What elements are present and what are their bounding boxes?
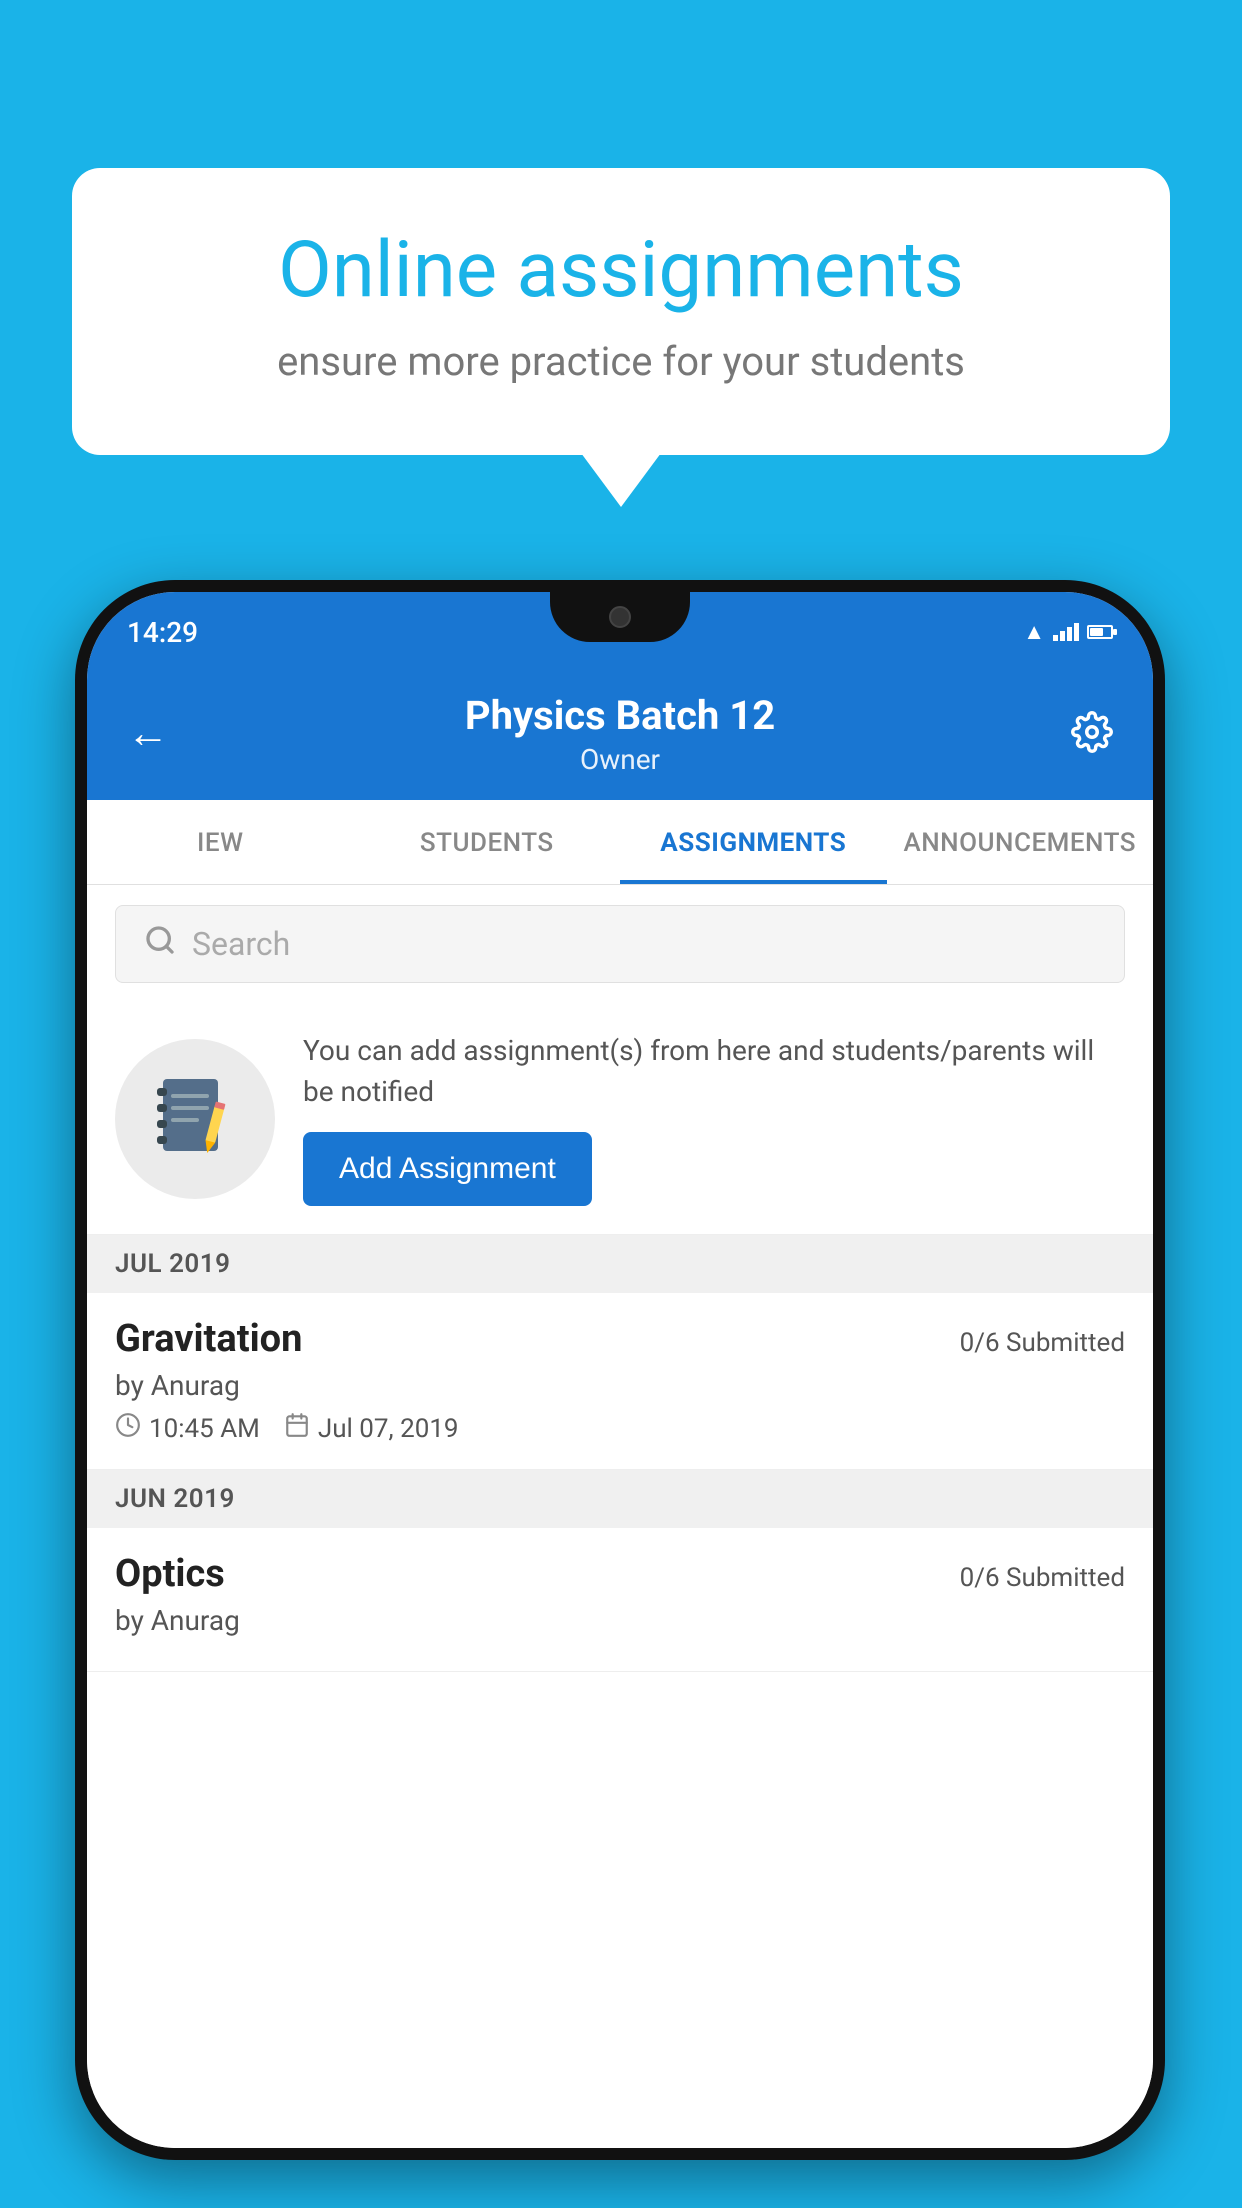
tab-bar: IEW STUDENTS ASSIGNMENTS ANNOUNCEMENTS — [87, 800, 1153, 885]
tab-assignments[interactable]: ASSIGNMENTS — [620, 800, 887, 884]
battery-icon — [1087, 625, 1113, 639]
assignment-item-optics[interactable]: Optics 0/6 Submitted by Anurag — [87, 1528, 1153, 1672]
assignment-submitted-optics: 0/6 Submitted — [960, 1563, 1125, 1593]
search-placeholder: Search — [192, 925, 290, 963]
tab-announcements[interactable]: ANNOUNCEMENTS — [887, 800, 1154, 884]
promo-description: You can add assignment(s) from here and … — [303, 1031, 1125, 1112]
batch-title: Physics Batch 12 — [169, 692, 1071, 739]
promo-section: You can add assignment(s) from here and … — [87, 1003, 1153, 1235]
promo-icon-circle — [115, 1039, 275, 1199]
back-button[interactable]: ← — [127, 713, 169, 755]
assignment-name-optics: Optics — [115, 1552, 225, 1596]
notebook-icon — [155, 1074, 235, 1164]
status-time: 14:29 — [127, 616, 198, 649]
tab-students[interactable]: STUDENTS — [354, 800, 621, 884]
phone-content: Search — [87, 885, 1153, 2148]
phone-screen: 14:29 ▲ ← — [87, 592, 1153, 2148]
app-header: ← Physics Batch 12 Owner — [87, 672, 1153, 800]
add-assignment-button[interactable]: Add Assignment — [303, 1132, 592, 1206]
signal-icon — [1053, 623, 1079, 641]
assignment-time: 10:45 AM — [115, 1412, 260, 1445]
time-value: 10:45 AM — [149, 1414, 260, 1444]
notch — [550, 592, 690, 642]
clock-icon — [115, 1412, 141, 1445]
assignment-submitted: 0/6 Submitted — [960, 1328, 1125, 1358]
assignment-top-row-optics: Optics 0/6 Submitted — [115, 1552, 1125, 1596]
section-header-jul: JUL 2019 — [87, 1235, 1153, 1293]
status-icons: ▲ — [1023, 619, 1113, 645]
assignment-by-optics: by Anurag — [115, 1604, 1125, 1637]
phone-frame: 14:29 ▲ ← — [75, 580, 1165, 2160]
assignment-meta: 10:45 AM Jul 07, 2019 — [115, 1412, 1125, 1445]
search-bar[interactable]: Search — [115, 905, 1125, 983]
assignment-item-gravitation[interactable]: Gravitation 0/6 Submitted by Anurag 10:4… — [87, 1293, 1153, 1470]
promo-text: You can add assignment(s) from here and … — [303, 1031, 1125, 1206]
camera-notch — [609, 606, 631, 628]
search-icon — [144, 924, 176, 964]
section-header-jun: JUN 2019 — [87, 1470, 1153, 1528]
header-title-block: Physics Batch 12 Owner — [169, 692, 1071, 776]
date-value: Jul 07, 2019 — [318, 1414, 459, 1444]
search-container: Search — [87, 885, 1153, 1003]
bubble-subtitle: ensure more practice for your students — [152, 338, 1090, 385]
batch-subtitle: Owner — [169, 743, 1071, 776]
assignment-by: by Anurag — [115, 1369, 1125, 1402]
speech-bubble-container: Online assignments ensure more practice … — [72, 168, 1170, 455]
wifi-icon: ▲ — [1023, 619, 1045, 645]
assignment-date: Jul 07, 2019 — [284, 1412, 459, 1445]
settings-button[interactable] — [1071, 711, 1113, 757]
status-bar: 14:29 ▲ — [87, 592, 1153, 672]
speech-bubble: Online assignments ensure more practice … — [72, 168, 1170, 455]
tab-iew[interactable]: IEW — [87, 800, 354, 884]
calendar-icon — [284, 1412, 310, 1445]
bubble-title: Online assignments — [152, 228, 1090, 314]
assignment-name: Gravitation — [115, 1317, 302, 1361]
assignment-top-row: Gravitation 0/6 Submitted — [115, 1317, 1125, 1361]
